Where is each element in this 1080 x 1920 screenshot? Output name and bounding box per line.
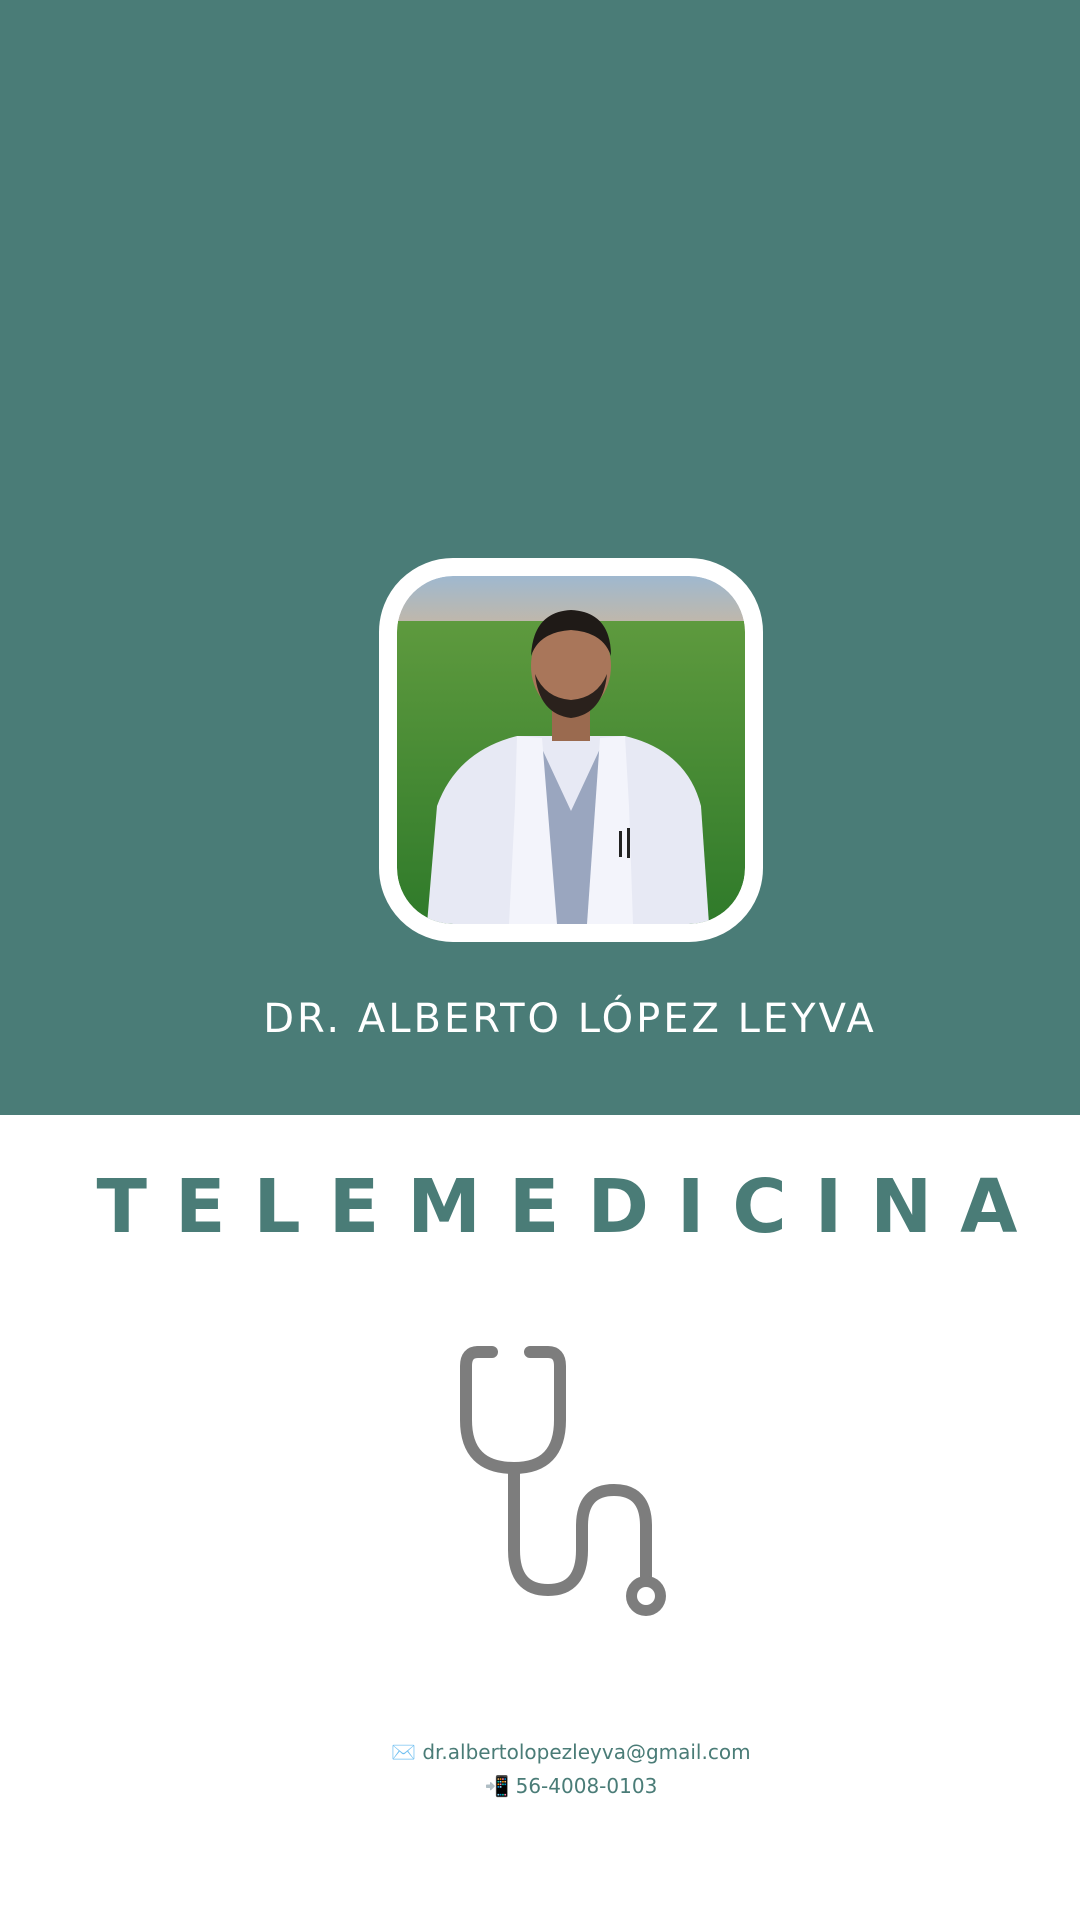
doctor-photo xyxy=(379,558,763,942)
email-contact[interactable]: ✉️ dr.albertolopezleyva@gmail.com xyxy=(0,1740,1080,1764)
stethoscope-icon xyxy=(460,1346,666,1616)
email-icon: ✉️ xyxy=(391,1740,417,1764)
service-title: TELEMEDICINA xyxy=(96,1164,1046,1250)
phone-contact[interactable]: 📲 56-4008-0103 xyxy=(0,1774,1080,1798)
email-text[interactable]: dr.albertolopezleyva@gmail.com xyxy=(422,1740,750,1764)
phone-text[interactable]: 56-4008-0103 xyxy=(516,1774,658,1798)
doctor-name: DR. ALBERTO LÓPEZ LEYVA xyxy=(263,996,877,1042)
phone-icon: 📲 xyxy=(484,1774,510,1798)
